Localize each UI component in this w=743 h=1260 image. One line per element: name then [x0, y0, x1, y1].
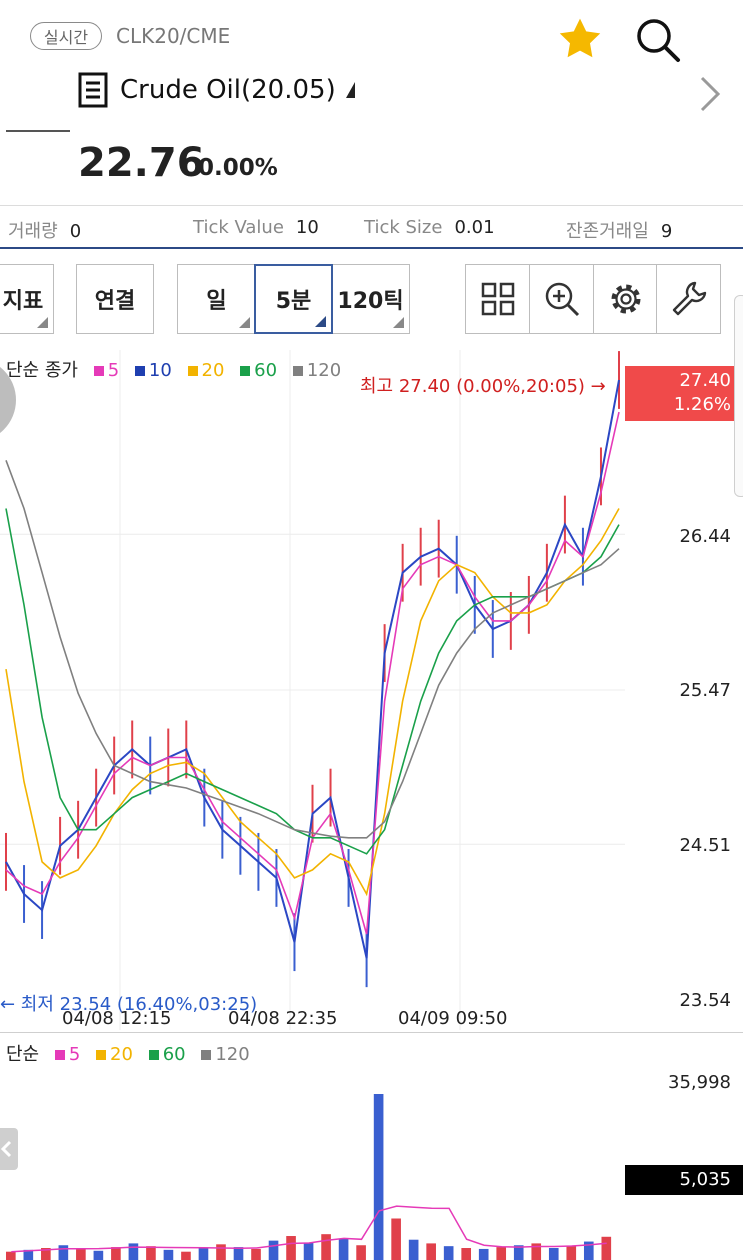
legend-swatch-5 — [93, 366, 104, 376]
y-tick-label: 23.54 — [679, 990, 731, 1011]
volume-bar — [128, 1243, 139, 1260]
chevron-right-icon[interactable] — [698, 74, 722, 114]
realtime-badge: 실시간 — [30, 22, 102, 50]
volume-bar — [6, 1251, 16, 1260]
collapse-panel-button[interactable] — [0, 1128, 18, 1170]
volume-y-tick-label: 35,998 — [668, 1072, 731, 1093]
ticker-code: CLK20/CME — [116, 24, 231, 48]
chevron-left-icon — [0, 1140, 12, 1158]
star-icon[interactable] — [556, 15, 604, 63]
chart-scroll-circle[interactable] — [0, 356, 18, 444]
volume-bar — [181, 1251, 191, 1260]
current-volume-tag: 5,035 — [625, 1165, 743, 1195]
y-tick-label: 24.51 — [679, 835, 731, 856]
instrument-selector[interactable]: Crude Oil(20.05) — [78, 72, 355, 108]
y-tick-label: 26.44 — [679, 526, 731, 547]
volume-bar — [496, 1247, 507, 1260]
volume-bar — [338, 1238, 349, 1260]
instrument-title: Crude Oil(20.05) — [120, 75, 336, 105]
legend-swatch-20 — [96, 1050, 107, 1060]
link-button[interactable]: 연결 — [76, 264, 154, 334]
volume-bar — [566, 1246, 577, 1260]
volume-bar — [601, 1236, 612, 1260]
volume-bar — [426, 1243, 436, 1260]
dropdown-triangle-icon — [345, 82, 355, 98]
period-120tick-button[interactable]: 120틱 — [331, 264, 410, 334]
volume-bar — [408, 1239, 419, 1260]
volume-bar — [58, 1245, 69, 1260]
volume-bar — [146, 1246, 156, 1260]
volume-bar — [111, 1247, 121, 1260]
x-tick-label: 04/08 22:35 — [228, 1008, 338, 1029]
volume-bar — [443, 1246, 454, 1260]
volume-bar — [391, 1218, 401, 1260]
legend-swatch-10 — [134, 366, 145, 376]
x-tick-label: 04/08 12:15 — [62, 1008, 172, 1029]
grid-icon — [481, 282, 514, 316]
tab-underline — [6, 130, 70, 132]
volume-chart[interactable] — [0, 1034, 625, 1260]
legend-swatch-60 — [148, 1050, 159, 1060]
info-tick-value: Tick Value 10 — [193, 217, 319, 238]
tools-button[interactable] — [656, 264, 721, 334]
price-chart[interactable] — [0, 350, 625, 1030]
chart-separator — [0, 1032, 743, 1033]
legend-swatch-20 — [187, 366, 198, 376]
volume-bar — [163, 1249, 174, 1260]
period-5min-button[interactable]: 5분 — [254, 264, 333, 334]
series-line-120 — [5, 460, 620, 839]
wrench-icon — [672, 281, 706, 316]
high-annotation: 최고 27.40 (0.00%,20:05) → — [360, 376, 606, 397]
info-remaining-days: 잔존거래일 9 — [566, 221, 673, 242]
volume-bar — [93, 1250, 104, 1260]
volume-bar — [303, 1242, 314, 1260]
gear-icon — [611, 284, 640, 314]
price-legend: 단순 종가 5 10 20 60 120 — [6, 360, 342, 381]
series-line-close — [5, 379, 620, 959]
period-day-button[interactable]: 일 — [177, 264, 256, 334]
y-tick-label: 25.47 — [679, 680, 731, 701]
volume-bar — [233, 1247, 244, 1260]
volume-bar — [216, 1244, 226, 1260]
legend-swatch-120 — [292, 366, 303, 376]
chart-scrollbar[interactable] — [734, 295, 743, 497]
layout-grid-button[interactable] — [465, 264, 530, 334]
legend-swatch-5 — [54, 1050, 65, 1060]
info-tick-size: Tick Size 0.01 — [364, 217, 495, 238]
settings-button[interactable] — [593, 264, 658, 334]
x-tick-label: 04/09 09:50 — [398, 1008, 508, 1029]
volume-legend: 단순 5 20 60 120 — [6, 1044, 250, 1065]
document-icon — [78, 72, 108, 108]
volume-bar — [356, 1245, 366, 1260]
info-volume: 거래량 0 — [8, 221, 82, 242]
search-icon[interactable] — [630, 12, 684, 66]
volume-bar — [286, 1236, 296, 1260]
info-bar: 거래량 0 Tick Value 10 Tick Size 0.01 잔존거래일 9 — [0, 205, 743, 249]
volume-bar — [251, 1248, 261, 1260]
current-price: 22.76 — [78, 140, 205, 186]
legend-swatch-60 — [240, 366, 251, 376]
volume-bar — [478, 1248, 489, 1260]
zoom-button[interactable] — [529, 264, 594, 334]
volume-bar — [461, 1248, 472, 1260]
volume-bar — [198, 1248, 209, 1260]
volume-bar — [548, 1248, 559, 1260]
zoom-in-icon — [545, 282, 579, 317]
change-percent: 0.00% — [198, 155, 278, 181]
legend-swatch-120 — [201, 1050, 212, 1060]
volume-bar — [268, 1240, 279, 1260]
current-price-tag: 27.40 1.26% — [625, 366, 743, 421]
series-line-5 — [5, 411, 620, 935]
indicator-button[interactable]: 지표 — [0, 264, 54, 334]
volume-bar — [373, 1094, 384, 1260]
volume-bar — [76, 1248, 86, 1260]
volume-bar — [321, 1234, 331, 1260]
